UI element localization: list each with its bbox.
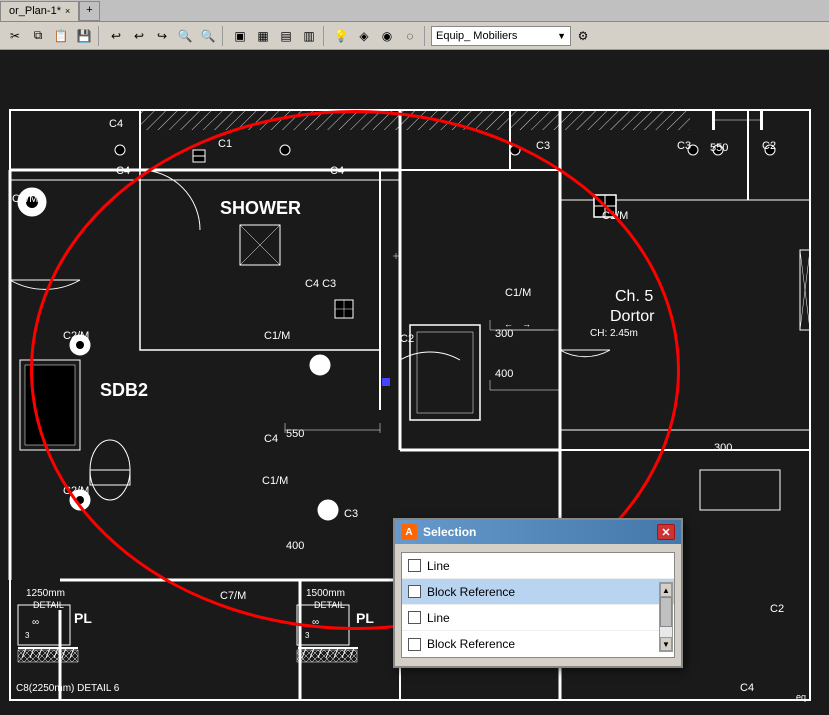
svg-text:∞: ∞ xyxy=(32,617,39,628)
dialog-title-area: A Selection xyxy=(401,524,476,540)
list-item-1[interactable]: Block Reference xyxy=(402,579,674,605)
c3-2-label: C3 xyxy=(677,140,691,152)
toolbar: ✂ ⧉ 📋 💾 ↩ ↩ ↪ 🔍 🔍 ▣ ▦ ▤ ▥ 💡 ◈ ◉ ◌ Equip_… xyxy=(0,22,829,50)
selection-list: Line Block Reference Line Block Reference xyxy=(401,552,675,658)
scroll-down-button[interactable]: ▼ xyxy=(660,637,672,651)
attr-icon[interactable]: ▥ xyxy=(298,25,320,47)
layer-dropdown[interactable]: Equip_ Mobiliers ▼ xyxy=(431,26,571,46)
dialog-content: Line Block Reference Line Block Reference ▲… xyxy=(395,544,681,666)
pl1-label: PL xyxy=(74,610,92,626)
tab-close-icon[interactable]: × xyxy=(65,6,70,16)
c2-label: C2 xyxy=(762,140,776,152)
save-icon[interactable]: 💾 xyxy=(73,25,95,47)
scene-icon[interactable]: ◉ xyxy=(376,25,398,47)
item-label-1: Block Reference xyxy=(427,585,515,599)
separator-4 xyxy=(424,26,428,46)
item-checkbox-0[interactable] xyxy=(408,559,421,572)
svg-text:eq: eq xyxy=(796,692,806,702)
list-item-3[interactable]: Block Reference xyxy=(402,631,674,657)
document-tab[interactable]: or_Plan-1* × xyxy=(0,1,79,21)
list-item-2[interactable]: Line xyxy=(402,605,674,631)
dialog-scrollbar[interactable]: ▲ ▼ xyxy=(659,582,673,652)
layer-value: Equip_ Mobiliers xyxy=(436,30,517,42)
c8-label: C8(2250mm) DETAIL 6 xyxy=(16,683,119,694)
undo-icon[interactable]: ↩ xyxy=(105,25,127,47)
light-icon[interactable]: 💡 xyxy=(330,25,352,47)
separator-2 xyxy=(222,26,226,46)
selection-marker xyxy=(382,378,390,386)
zoom-icon[interactable]: 🔍 xyxy=(174,25,196,47)
selection-dialog: A Selection ✕ Line Block Reference Line Blo… xyxy=(393,518,683,668)
tab-label: or_Plan-1* xyxy=(9,5,61,17)
undo2-icon[interactable]: ↩ xyxy=(128,25,150,47)
svg-text:3: 3 xyxy=(25,631,30,640)
1250mm-label: 1250mm xyxy=(26,588,65,599)
copy-icon[interactable]: ⧉ xyxy=(27,25,49,47)
item-label-0: Line xyxy=(427,559,450,573)
block-icon[interactable]: ▣ xyxy=(229,25,251,47)
dialog-titlebar: A Selection ✕ xyxy=(395,520,681,544)
cut-icon[interactable]: ✂ xyxy=(4,25,26,47)
dropdown-arrow-icon: ▼ xyxy=(557,31,566,41)
zoom2-icon[interactable]: 🔍 xyxy=(197,25,219,47)
item-checkbox-3[interactable] xyxy=(408,638,421,651)
item-label-2: Line xyxy=(427,611,450,625)
extra-icon[interactable]: ⚙ xyxy=(572,25,594,47)
separator-1 xyxy=(98,26,102,46)
titlebar: or_Plan-1* × + xyxy=(0,0,829,22)
array2-icon[interactable]: ▤ xyxy=(275,25,297,47)
550-2-label: 550 xyxy=(710,142,728,154)
scrollbar-track[interactable] xyxy=(660,597,672,637)
render-icon[interactable]: ◈ xyxy=(353,25,375,47)
dialog-close-button[interactable]: ✕ xyxy=(657,524,675,540)
array-icon[interactable]: ▦ xyxy=(252,25,274,47)
redo-icon[interactable]: ↪ xyxy=(151,25,173,47)
mat-icon[interactable]: ◌ xyxy=(399,25,421,47)
cad-canvas[interactable]: ∞ 3 ∞ 3 xyxy=(0,50,829,715)
item-checkbox-2[interactable] xyxy=(408,611,421,624)
paste-icon[interactable]: 📋 xyxy=(50,25,72,47)
item-label-3: Block Reference xyxy=(427,637,515,651)
c2-r-label: C2 xyxy=(770,603,784,615)
c4-1-label: C4 xyxy=(109,118,123,130)
app-icon: A xyxy=(401,524,417,540)
c4-bot-label: C4 xyxy=(740,682,754,694)
tab-add-button[interactable]: + xyxy=(79,1,99,21)
dialog-title-text: Selection xyxy=(423,525,476,539)
item-checkbox-1[interactable] xyxy=(408,585,421,598)
detail3-label: DETAIL xyxy=(33,600,64,610)
list-item-0[interactable]: Line xyxy=(402,553,674,579)
c4-2-label: C4 xyxy=(116,165,130,177)
300-2-label: 300 xyxy=(714,442,732,454)
scroll-up-button[interactable]: ▲ xyxy=(660,583,672,597)
c1m-1-label: C1/M xyxy=(12,193,38,205)
separator-3 xyxy=(323,26,327,46)
scrollbar-thumb[interactable] xyxy=(660,597,672,627)
svg-text:3: 3 xyxy=(305,631,310,640)
c3-1-label: C3 xyxy=(536,140,550,152)
